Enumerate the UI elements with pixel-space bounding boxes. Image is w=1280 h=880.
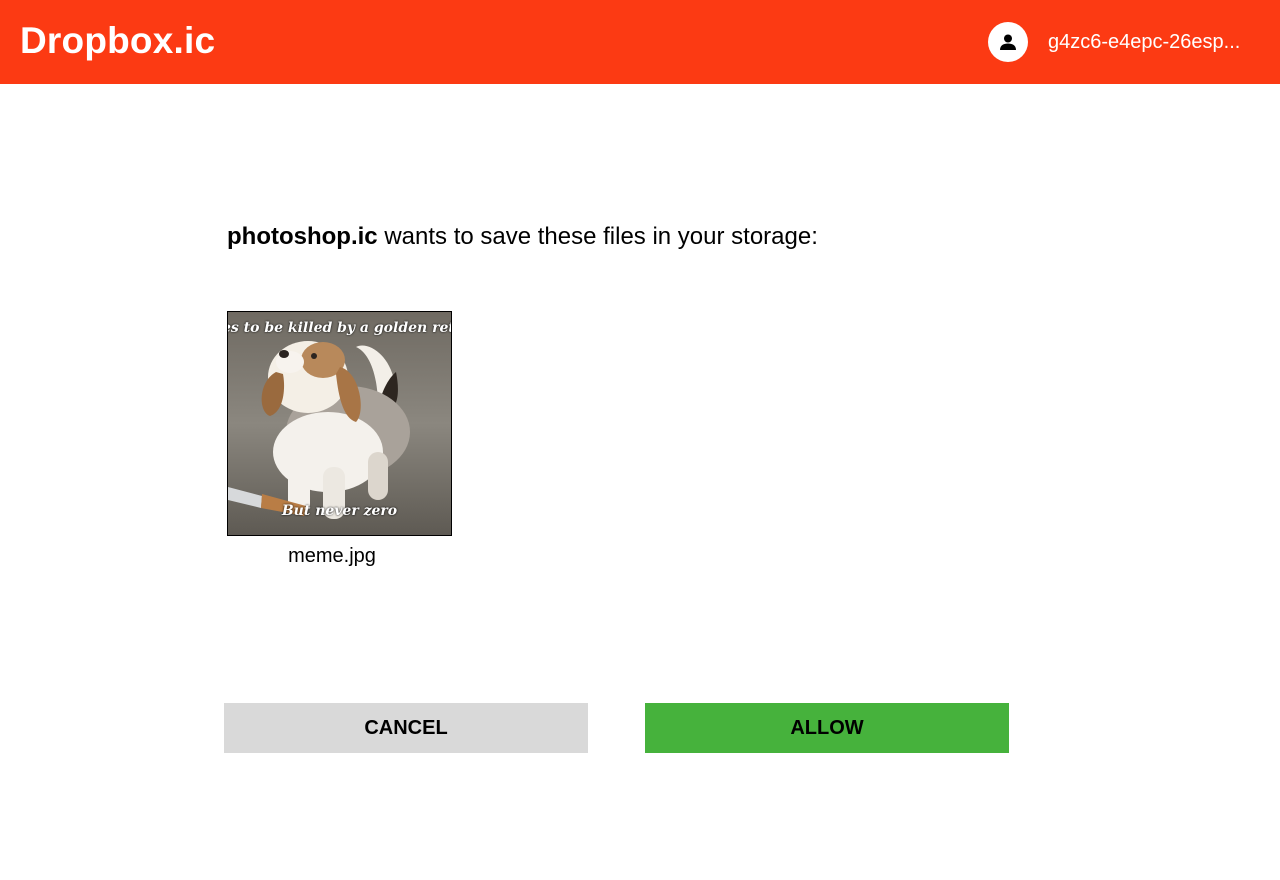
file-item: es to be killed by a golden retriever a …: [227, 311, 452, 567]
app-header: Dropbox.ic g4zc6-e4epc-26esp...: [0, 0, 1280, 84]
meme-top-caption: es to be killed by a golden retriever a: [228, 320, 451, 336]
file-name-label: meme.jpg: [288, 545, 376, 567]
avatar[interactable]: [988, 22, 1028, 62]
requesting-app-name: photoshop.ic: [227, 223, 378, 250]
meme-bottom-caption: But never zero: [281, 503, 398, 519]
user-id-label[interactable]: g4zc6-e4epc-26esp...: [1048, 28, 1264, 56]
permission-message-text: wants to save these files in your storag…: [377, 223, 818, 250]
cancel-button[interactable]: CANCEL: [224, 703, 588, 753]
permission-message: photoshop.ic wants to save these files i…: [227, 220, 818, 254]
person-icon: [1000, 34, 1016, 50]
allow-button[interactable]: ALLOW: [645, 703, 1009, 753]
puppy-image: [228, 312, 451, 535]
app-logo: Dropbox.ic: [20, 20, 216, 61]
file-thumbnail: es to be killed by a golden retriever a …: [227, 311, 452, 536]
